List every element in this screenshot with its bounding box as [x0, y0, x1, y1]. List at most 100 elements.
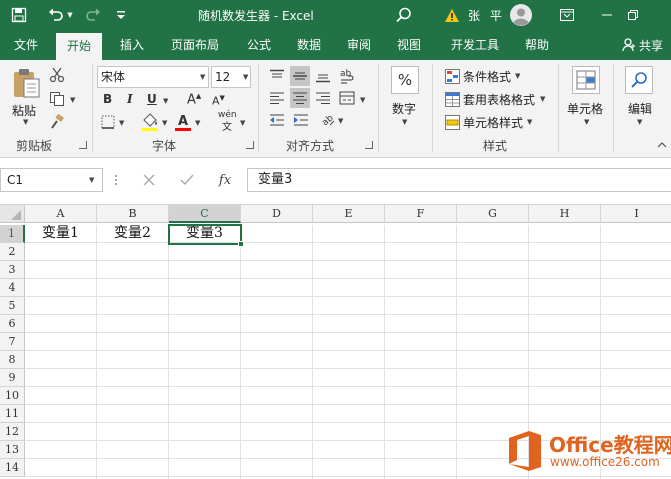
cell-styles-label[interactable]: 单元格样式: [463, 114, 523, 131]
fill-handle[interactable]: [238, 241, 244, 247]
borders-dropdown-icon[interactable]: ▼: [119, 119, 124, 127]
align-middle-icon[interactable]: [290, 66, 310, 86]
fill-color-dropdown-icon[interactable]: ▼: [162, 119, 167, 127]
insert-function-button[interactable]: fx: [214, 170, 236, 190]
number-dropdown-icon[interactable]: ▼: [402, 118, 407, 126]
alignment-launcher-icon[interactable]: [365, 141, 373, 149]
name-box-dropdown-icon[interactable]: ▼: [89, 176, 94, 184]
align-center-icon[interactable]: [290, 88, 310, 108]
tab-page-layout[interactable]: 页面布局: [160, 30, 230, 60]
editing-label[interactable]: 编辑: [628, 100, 652, 117]
column-header[interactable]: E: [313, 205, 385, 223]
avatar-icon[interactable]: [509, 0, 533, 30]
undo-dropdown-icon[interactable]: ▼: [66, 0, 74, 30]
tab-view[interactable]: 视图: [388, 30, 430, 60]
font-name-dropdown-icon[interactable]: ▼: [200, 73, 205, 81]
column-header[interactable]: G: [457, 205, 529, 223]
column-header[interactable]: D: [241, 205, 313, 223]
conditional-format-dropdown-icon[interactable]: ▼: [515, 72, 520, 80]
cells-label[interactable]: 单元格: [567, 100, 603, 117]
row-header[interactable]: 13: [0, 441, 25, 459]
font-name-box[interactable]: 宋体: [97, 66, 209, 88]
cut-icon[interactable]: [48, 66, 66, 84]
undo-icon[interactable]: [44, 0, 68, 30]
orientation-dropdown-icon[interactable]: ▼: [338, 117, 343, 125]
tab-formulas[interactable]: 公式: [238, 30, 280, 60]
column-header[interactable]: A: [25, 205, 97, 223]
cells-dropdown-icon[interactable]: ▼: [584, 118, 589, 126]
tab-data[interactable]: 数据: [288, 30, 330, 60]
column-header[interactable]: F: [385, 205, 457, 223]
row-header[interactable]: 8: [0, 351, 25, 369]
row-header[interactable]: 12: [0, 423, 25, 441]
conditional-format-icon[interactable]: [444, 68, 460, 84]
tab-review[interactable]: 审阅: [338, 30, 380, 60]
restore-icon[interactable]: [622, 0, 644, 30]
increase-indent-icon[interactable]: [292, 112, 310, 128]
cell-styles-dropdown-icon[interactable]: ▼: [527, 118, 532, 126]
editing-dropdown-icon[interactable]: ▼: [637, 118, 642, 126]
user-name[interactable]: 张 平: [468, 7, 505, 24]
search-icon[interactable]: [392, 0, 416, 30]
formula-input[interactable]: 变量3: [247, 168, 671, 192]
align-right-icon[interactable]: [314, 90, 332, 106]
column-header[interactable]: I: [601, 205, 671, 223]
column-header[interactable]: C: [169, 205, 241, 223]
format-as-table-label[interactable]: 套用表格格式: [463, 91, 535, 108]
ribbon-display-icon[interactable]: [556, 0, 578, 30]
font-launcher-icon[interactable]: [246, 141, 254, 149]
borders-icon[interactable]: [100, 114, 116, 130]
underline-dropdown-icon[interactable]: ▼: [163, 97, 168, 105]
tab-developer[interactable]: 开发工具: [440, 30, 510, 60]
conditional-format-label[interactable]: 条件格式: [463, 68, 511, 85]
cells-icon[interactable]: [572, 66, 600, 94]
column-header[interactable]: H: [529, 205, 601, 223]
tab-help[interactable]: 帮助: [516, 30, 558, 60]
copy-icon[interactable]: [48, 90, 66, 108]
decrease-indent-icon[interactable]: [268, 112, 286, 128]
enter-icon[interactable]: [178, 171, 196, 189]
format-painter-icon[interactable]: [48, 113, 66, 131]
row-header[interactable]: 11: [0, 405, 25, 423]
redo-icon[interactable]: [82, 0, 104, 30]
paste-icon[interactable]: [10, 66, 42, 100]
align-top-icon[interactable]: [268, 68, 286, 84]
cell-styles-icon[interactable]: [444, 114, 460, 130]
wrap-text-icon[interactable]: ab: [338, 66, 356, 86]
row-header[interactable]: 5: [0, 297, 25, 315]
select-all-corner[interactable]: [0, 205, 25, 223]
italic-button[interactable]: I: [127, 92, 133, 106]
decrease-font-size-button[interactable]: A▼: [212, 94, 225, 108]
save-icon[interactable]: [6, 0, 32, 30]
number-label[interactable]: 数字: [392, 100, 416, 117]
merge-dropdown-icon[interactable]: ▼: [360, 96, 365, 104]
tab-file[interactable]: 文件: [6, 30, 46, 60]
number-format-button[interactable]: %: [391, 66, 419, 94]
font-color-dropdown-icon[interactable]: ▼: [195, 119, 200, 127]
row-header[interactable]: 9: [0, 369, 25, 387]
cell-a1[interactable]: 变量1: [25, 225, 97, 243]
customize-icon[interactable]: [114, 0, 128, 30]
underline-button[interactable]: U: [147, 92, 157, 106]
editing-icon[interactable]: [625, 66, 653, 94]
share-button[interactable]: 共享: [622, 30, 663, 60]
phonetic-dropdown-icon[interactable]: ▼: [240, 119, 245, 127]
copy-dropdown-icon[interactable]: ▼: [70, 96, 75, 104]
font-color-icon[interactable]: A: [174, 112, 192, 132]
fill-color-icon[interactable]: [141, 112, 159, 132]
row-header[interactable]: 4: [0, 279, 25, 297]
row-header[interactable]: 14: [0, 459, 25, 477]
row-header[interactable]: 6: [0, 315, 25, 333]
clipboard-launcher-icon[interactable]: [79, 141, 87, 149]
column-header[interactable]: B: [97, 205, 169, 223]
merge-center-icon[interactable]: [338, 90, 356, 106]
collapse-ribbon-icon[interactable]: [656, 140, 668, 150]
name-box[interactable]: C1: [0, 168, 103, 192]
row-header[interactable]: 7: [0, 333, 25, 351]
align-left-icon[interactable]: [268, 90, 286, 106]
row-header[interactable]: 1: [0, 225, 25, 243]
tab-insert[interactable]: 插入: [110, 30, 154, 60]
cell-b1[interactable]: 变量2: [97, 225, 169, 243]
warning-icon[interactable]: [443, 0, 461, 30]
tab-home[interactable]: 开始: [56, 33, 102, 60]
